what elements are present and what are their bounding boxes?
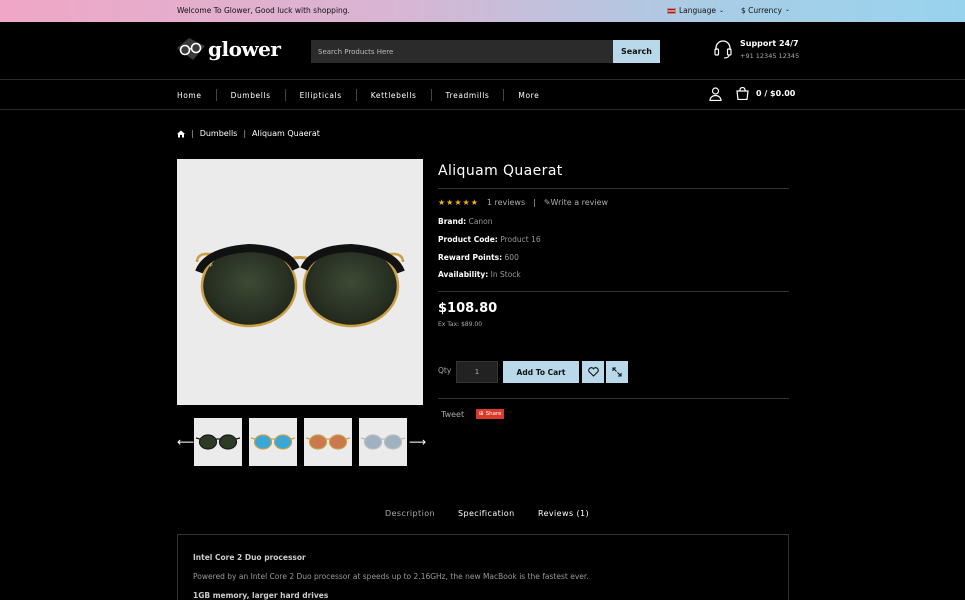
description-heading: Intel Core 2 Duo processor bbox=[193, 553, 306, 562]
reward-points-value: 600 bbox=[504, 253, 519, 262]
share-label: Share bbox=[485, 411, 502, 417]
support-title: Support 24/7 bbox=[740, 39, 799, 48]
logo-text: glower bbox=[208, 37, 281, 61]
breadcrumb-current[interactable]: Aliquam Quaerat bbox=[252, 129, 320, 138]
arrow-left-icon[interactable]: ⟵ bbox=[177, 435, 194, 449]
divider bbox=[355, 89, 357, 101]
breadcrumb-separator: | bbox=[243, 129, 247, 138]
cart-button[interactable]: 0 / $0.00 bbox=[736, 87, 795, 100]
nav-item-home[interactable]: Home bbox=[177, 91, 202, 100]
divider bbox=[284, 89, 286, 101]
breadcrumb-dumbells[interactable]: Dumbells bbox=[200, 129, 238, 138]
uk-flag-icon bbox=[667, 7, 676, 14]
support-phone: +91 12345 12345 bbox=[740, 52, 800, 60]
glasses-logo-icon bbox=[177, 38, 205, 60]
divider bbox=[430, 89, 432, 101]
quantity-input[interactable] bbox=[456, 361, 498, 383]
product-thumbnail[interactable] bbox=[194, 418, 242, 466]
tweet-button[interactable]: Tweet bbox=[441, 410, 464, 419]
currency-selector[interactable]: $ Currency ⌄ bbox=[741, 6, 790, 15]
sunglasses-thumbnail-image bbox=[305, 434, 351, 450]
arrow-right-icon[interactable]: ⟶ bbox=[409, 435, 426, 449]
divider bbox=[438, 188, 789, 189]
divider bbox=[0, 79, 965, 80]
search-input[interactable] bbox=[311, 40, 613, 63]
reward-points-row: Reward Points: 600 bbox=[438, 253, 519, 262]
product-thumbnail[interactable] bbox=[359, 418, 407, 466]
add-to-cart-button[interactable]: Add To Cart bbox=[503, 361, 579, 383]
share-button[interactable]: ⊞ Share bbox=[476, 409, 505, 419]
product-thumbnail[interactable] bbox=[249, 418, 297, 466]
availability-label: Availability: bbox=[438, 270, 489, 279]
top-bar: Welcome To Glower, Good luck with shoppi… bbox=[0, 0, 965, 22]
product-code-label: Product Code: bbox=[438, 235, 498, 244]
thumbnail-strip: ⟵ ⟶ bbox=[177, 418, 426, 466]
sunglasses-image: P bbox=[195, 243, 405, 328]
sunglasses-thumbnail-image bbox=[195, 434, 241, 450]
sunglasses-thumbnail-image bbox=[250, 434, 296, 450]
nav-item-dumbells[interactable]: Dumbells bbox=[231, 91, 271, 100]
home-icon[interactable] bbox=[177, 130, 185, 138]
product-main-image[interactable]: P bbox=[177, 159, 423, 405]
shopping-bag-icon bbox=[736, 87, 749, 100]
heart-icon bbox=[587, 367, 599, 377]
write-review-link[interactable]: ✎Write a review bbox=[544, 198, 608, 207]
nav-item-kettlebells[interactable]: Kettlebells bbox=[371, 91, 417, 100]
product-code-value: Product 16 bbox=[500, 235, 541, 244]
ex-tax-price: Ex Tax: $89.00 bbox=[438, 321, 483, 328]
tab-description[interactable]: Description bbox=[385, 509, 435, 518]
rating-row: ★★★★★ 1 reviews | ✎Write a review bbox=[438, 198, 608, 207]
search-button[interactable]: Search bbox=[613, 40, 660, 63]
compare-arrows-icon bbox=[612, 367, 622, 377]
description-text: Powered by an Intel Core 2 Duo processor… bbox=[193, 572, 589, 581]
divider bbox=[215, 89, 217, 101]
product-price: $108.80 bbox=[438, 301, 498, 316]
product-code-row: Product Code: Product 16 bbox=[438, 235, 541, 244]
divider bbox=[503, 89, 505, 101]
brand-value[interactable]: Canon bbox=[469, 217, 493, 226]
welcome-text: Welcome To Glower, Good luck with shoppi… bbox=[177, 6, 350, 15]
wishlist-button[interactable] bbox=[582, 361, 604, 383]
breadcrumb: | Dumbells | Aliquam Quaerat bbox=[177, 129, 320, 138]
sunglasses-thumbnail-image bbox=[360, 434, 406, 450]
breadcrumb-separator: | bbox=[191, 129, 194, 138]
user-account-icon[interactable] bbox=[709, 87, 722, 101]
reward-points-label: Reward Points: bbox=[438, 253, 503, 262]
language-label: Language bbox=[679, 6, 717, 15]
availability-value: In Stock bbox=[490, 270, 521, 279]
compare-button[interactable] bbox=[606, 361, 628, 383]
share-plus-icon: ⊞ bbox=[479, 411, 484, 417]
divider: | bbox=[533, 198, 536, 207]
divider bbox=[0, 109, 965, 110]
divider bbox=[438, 398, 789, 399]
description-panel: Intel Core 2 Duo processor Powered by an… bbox=[177, 534, 789, 600]
nav-item-ellipticals[interactable]: Ellipticals bbox=[300, 91, 342, 100]
divider bbox=[438, 291, 789, 292]
currency-label: $ Currency bbox=[741, 6, 782, 15]
brand-label: Brand: bbox=[438, 217, 467, 226]
product-thumbnail[interactable] bbox=[304, 418, 352, 466]
language-selector[interactable]: Language ⌄ bbox=[667, 6, 724, 15]
nav-item-treadmills[interactable]: Treadmills bbox=[446, 91, 490, 100]
main-nav: Home Dumbells Ellipticals Kettlebells Tr… bbox=[177, 89, 539, 101]
rating-stars: ★★★★★ bbox=[438, 198, 479, 207]
brand-row: Brand: Canon bbox=[438, 217, 493, 226]
chevron-down-icon: ⌄ bbox=[719, 7, 725, 14]
logo[interactable]: glower bbox=[177, 36, 281, 62]
support-block: Support 24/7 +91 12345 12345 bbox=[713, 39, 799, 60]
chevron-down-icon: ⌄ bbox=[784, 6, 790, 13]
qty-label: Qty bbox=[438, 366, 452, 375]
tab-specification[interactable]: Specification bbox=[458, 509, 515, 518]
cart-summary: 0 / $0.00 bbox=[756, 89, 796, 98]
headset-icon bbox=[714, 40, 732, 59]
product-title: Aliquam Quaerat bbox=[438, 163, 563, 179]
write-review-label: Write a review bbox=[550, 198, 609, 207]
nav-item-more[interactable]: More bbox=[518, 91, 539, 100]
availability-row: Availability: In Stock bbox=[438, 270, 521, 279]
tab-reviews[interactable]: Reviews (1) bbox=[538, 509, 589, 518]
description-heading-2: 1GB memory, larger hard drives bbox=[193, 591, 329, 600]
pencil-icon: ✎ bbox=[543, 198, 551, 207]
reviews-link[interactable]: 1 reviews bbox=[487, 198, 525, 207]
